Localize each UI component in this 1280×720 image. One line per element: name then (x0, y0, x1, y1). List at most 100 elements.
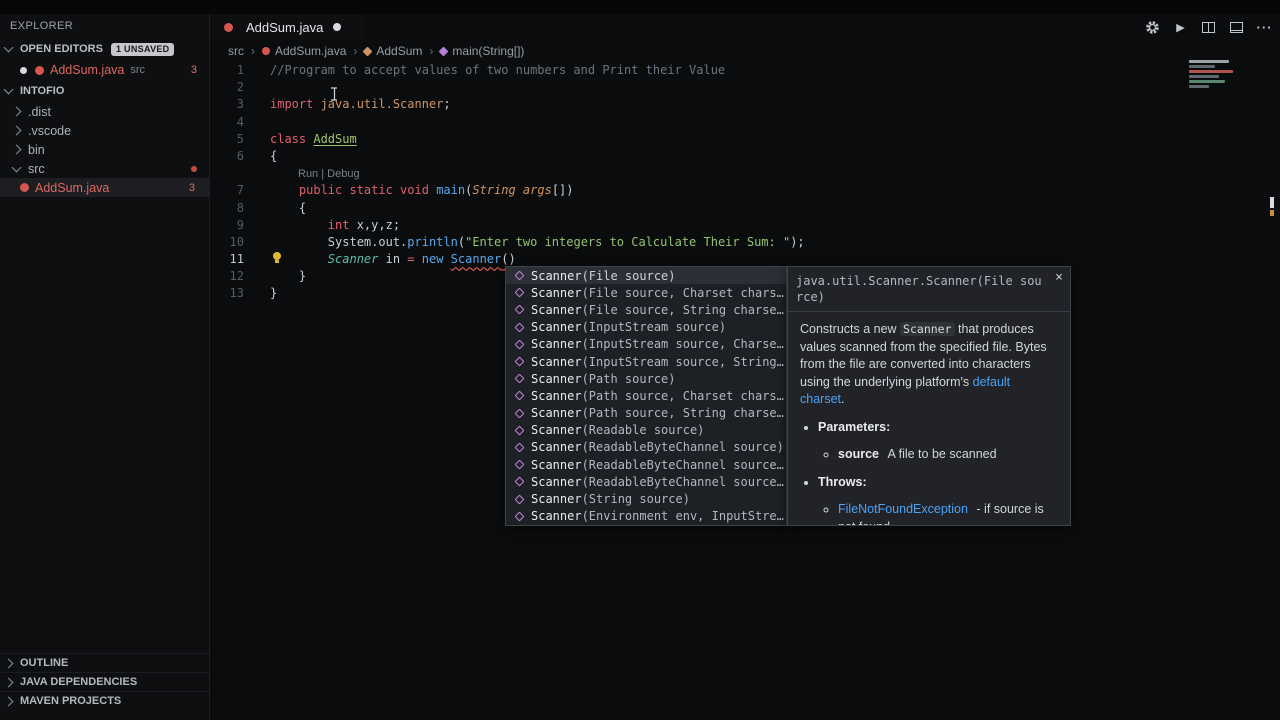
suggest-item[interactable]: Scanner(File source) (506, 267, 786, 285)
file-tree: .dist .vscode bin src AddSum.java 3 (0, 102, 209, 197)
breadcrumb-separator: › (429, 44, 434, 58)
line-number: 2 (236, 80, 244, 95)
constructor-icon (514, 494, 525, 504)
suggest-item[interactable]: Scanner(Environment env, InputStre… (506, 508, 786, 525)
open-editor-detail: src (130, 64, 146, 76)
constructor-icon (514, 287, 525, 298)
code-token: String args (472, 183, 552, 198)
minimap[interactable] (1185, 58, 1243, 92)
chevron-right-icon (3, 696, 14, 706)
codelens-line: Run | Debug (210, 165, 1266, 182)
unsaved-dot-icon[interactable] (333, 23, 342, 31)
code-token: class (270, 131, 314, 146)
workspace-header[interactable]: INTOFIO (0, 80, 209, 102)
line-content: public static void main(String args[]) (270, 182, 574, 199)
suggest-item[interactable]: Scanner(InputStream source, Charse… (506, 336, 786, 353)
tree-item[interactable]: .dist (0, 102, 209, 121)
suggest-item[interactable]: Scanner(File source, Charset chars… (506, 284, 786, 301)
constructor-icon (514, 476, 525, 487)
code-token: = (407, 252, 415, 267)
suggest-item[interactable]: Scanner(InputStream source) (506, 319, 786, 336)
suggest-item[interactable]: Scanner(InputStream source, String… (506, 353, 786, 370)
minimap-line (1189, 80, 1225, 83)
doc-description: Constructs a new Scanner that produces v… (800, 321, 1058, 409)
code-token: ; (443, 97, 451, 112)
overview-ruler-marker (1270, 197, 1274, 208)
overview-ruler-marker (1270, 210, 1274, 216)
suggest-item[interactable]: Scanner(String source) (506, 490, 786, 507)
suggest-widget: Scanner(File source) Scanner(File source,… (505, 266, 787, 526)
more-actions-icon[interactable]: ··· (1257, 20, 1272, 35)
suggest-item[interactable]: Scanner(Path source, Charset chars… (506, 387, 786, 404)
code-token: } (270, 286, 278, 301)
code-line: 2 (210, 79, 1266, 96)
line-content: Scanner in = new Scanner() (270, 251, 516, 268)
code-line: 1 //Program to accept values of two numbe… (210, 62, 1266, 79)
tree-item[interactable]: .vscode (0, 121, 209, 140)
tree-item[interactable]: src (0, 159, 209, 178)
tree-item[interactable]: bin (0, 140, 209, 159)
suggest-label: Scanner(Path source) (531, 371, 676, 386)
layout-icon[interactable] (1229, 20, 1244, 35)
breadcrumb-label: AddSum (376, 44, 423, 58)
chevron-down-icon (3, 42, 14, 53)
breadcrumb-item[interactable]: main(String[]) (438, 44, 524, 58)
suggest-label: Scanner(String source) (531, 492, 690, 507)
open-editors-header[interactable]: OPEN EDITORS 1 UNSAVED (0, 38, 209, 60)
close-icon[interactable]: × (1055, 270, 1063, 286)
settings-gear-icon[interactable] (1145, 20, 1160, 35)
line-number: 1 (236, 63, 244, 77)
quickfix-lightbulb-icon[interactable] (272, 252, 283, 264)
breadcrumb-item[interactable]: src (228, 44, 244, 58)
tree-item-label: AddSum.java (35, 180, 110, 195)
constructor-icon (514, 511, 525, 522)
codelens-run-debug[interactable]: Run | Debug (298, 168, 360, 180)
dirty-dot-icon[interactable] (20, 66, 27, 74)
breadcrumb-label: src (228, 44, 244, 58)
suggest-label: Scanner(File source, Charset chars… (531, 285, 784, 300)
java-file-icon (20, 183, 29, 192)
run-icon[interactable]: ▶ (1173, 20, 1188, 35)
sidebar-section-maven-projects[interactable]: MAVEN PROJECTS (0, 691, 209, 710)
code-token: { (270, 200, 307, 215)
constructor-icon (514, 339, 525, 350)
code-token: } (270, 269, 307, 284)
suggest-item[interactable]: Scanner(Path source, String charse… (506, 405, 786, 422)
parameters-label: Parameters: (818, 419, 891, 434)
line-content: { (270, 148, 277, 165)
exception-link[interactable]: FileNotFoundException (838, 502, 968, 516)
explorer-sidebar: EXPLORER OPEN EDITORS 1 UNSAVED AddSum.j… (0, 14, 210, 720)
problems-count: 3 (190, 64, 197, 76)
suggest-item[interactable]: Scanner(ReadableByteChannel source… (506, 473, 786, 490)
suggest-item[interactable]: Scanner(ReadableByteChannel source… (506, 456, 786, 473)
titlebar (0, 0, 1280, 14)
code-token: in (378, 252, 408, 267)
open-editors-label: OPEN EDITORS (20, 43, 103, 55)
section-label: JAVA DEPENDENCIES (20, 676, 138, 688)
suggest-label: Scanner(Path source, String charse… (531, 406, 784, 421)
open-editor-item[interactable]: AddSum.java src 3 (0, 60, 209, 80)
suggest-item[interactable]: Scanner(ReadableByteChannel source) (506, 439, 786, 456)
line-content: Run | Debug (270, 165, 360, 182)
suggest-item[interactable]: Scanner(Readable source) (506, 422, 786, 439)
sidebar-section-java-dependencies[interactable]: JAVA DEPENDENCIES (0, 672, 209, 691)
parameter-name: source (838, 447, 879, 461)
tab-addsum-java[interactable]: AddSum.java (210, 14, 364, 40)
sidebar-section-outline[interactable]: OUTLINE (0, 653, 209, 672)
breadcrumb-item[interactable]: AddSum (362, 44, 423, 58)
code-line: 5 class AddSum (210, 131, 1266, 148)
line-content: } (270, 268, 306, 285)
chevron-right-icon (3, 677, 14, 687)
line-content: int x,y,z; (270, 217, 400, 234)
suggest-item[interactable]: Scanner(File source, String charse… (506, 301, 786, 318)
chevron-right-icon (11, 106, 22, 117)
code-line: 6{ (210, 148, 1266, 165)
suggest-item[interactable]: Scanner(Path source) (506, 370, 786, 387)
tree-item[interactable]: AddSum.java 3 (0, 178, 209, 197)
code-token: { (270, 148, 278, 163)
breadcrumb-item[interactable]: AddSum.java (262, 44, 346, 58)
split-editor-icon[interactable] (1201, 20, 1216, 35)
editor-actions: ▶ ··· (1145, 14, 1272, 40)
line-number: 6 (236, 148, 244, 163)
